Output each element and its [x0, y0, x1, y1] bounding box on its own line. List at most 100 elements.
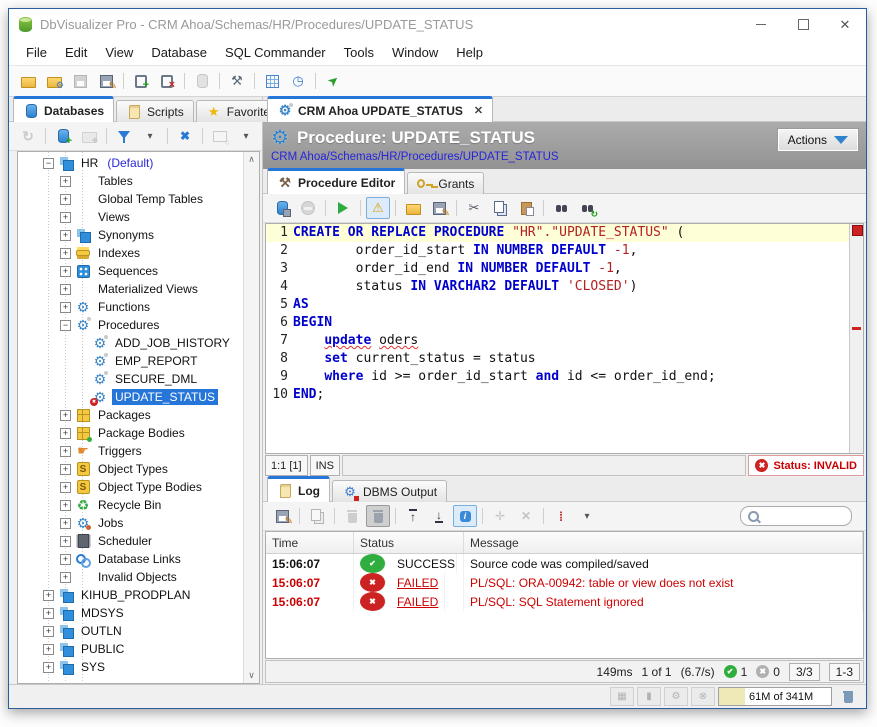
show-errors-icon[interactable]	[366, 197, 390, 219]
expander-icon[interactable]: +	[60, 230, 71, 241]
fit-rows-icon[interactable]	[488, 505, 512, 527]
bookmark-icon[interactable]	[321, 70, 345, 92]
tree-item[interactable]: +Functions	[18, 298, 243, 316]
garbage-collect-button[interactable]	[836, 686, 860, 708]
tree-item[interactable]: SECURE_DML	[18, 370, 243, 388]
column-status[interactable]: Status	[354, 532, 464, 553]
scroll-top-icon[interactable]	[401, 505, 425, 527]
menu-tools[interactable]: Tools	[335, 40, 383, 65]
expander-icon[interactable]: +	[43, 590, 54, 601]
tab-close-icon[interactable]: ✕	[474, 104, 483, 117]
title-bar[interactable]: DbVisualizer Pro - CRM Ahoa/Schemas/HR/P…	[9, 9, 866, 40]
folder-settings-icon[interactable]	[42, 70, 66, 92]
log-table-header[interactable]: Time Status Message	[266, 532, 863, 554]
tree-item[interactable]: +Materialized Views	[18, 280, 243, 298]
grid-status-button[interactable]: ▦	[610, 687, 634, 706]
connections-status-button[interactable]: ▮	[637, 687, 661, 706]
code-line[interactable]: 9 where id >= order_id_start and id <= o…	[266, 368, 849, 386]
menu-database[interactable]: Database	[142, 40, 216, 65]
tree-item[interactable]: +Jobs	[18, 514, 243, 532]
show-details-icon[interactable]	[453, 505, 477, 527]
tasks-status-button[interactable]: ⚙	[664, 687, 688, 706]
expander-icon[interactable]: +	[60, 500, 71, 511]
error-marker-line7[interactable]	[852, 327, 861, 330]
expander-icon[interactable]: +	[60, 302, 71, 313]
code-line[interactable]: 5AS	[266, 296, 849, 314]
cut-icon[interactable]	[462, 197, 486, 219]
expander-icon[interactable]: +	[60, 176, 71, 187]
log-search-box[interactable]	[740, 506, 852, 526]
tree-item[interactable]: +Views	[18, 208, 243, 226]
maximize-button[interactable]	[782, 9, 824, 40]
code-line[interactable]: 2 order_id_start IN NUMBER DEFAULT -1,	[266, 242, 849, 260]
tree-item[interactable]: +Tables	[18, 172, 243, 190]
connect-icon[interactable]	[129, 70, 153, 92]
tab-dbms-output[interactable]: DBMS Output	[332, 480, 447, 502]
code-line[interactable]: 10END;	[266, 386, 849, 404]
tools-icon[interactable]	[225, 70, 249, 92]
errors-status-button[interactable]: ⊗	[691, 687, 715, 706]
tab-log[interactable]: Log	[267, 476, 330, 502]
code-line[interactable]: 4 status IN VARCHAR2 DEFAULT 'CLOSED')	[266, 278, 849, 296]
error-marker-line1[interactable]	[852, 225, 863, 236]
tree-item[interactable]: +Global Temp Tables	[18, 190, 243, 208]
connection-add-icon[interactable]	[51, 125, 75, 147]
tab-databases[interactable]: Databases	[13, 96, 114, 122]
paste-icon[interactable]	[514, 197, 538, 219]
code-line[interactable]: 3 order_id_end IN NUMBER DEFAULT -1,	[266, 260, 849, 278]
caret-icon[interactable]	[234, 125, 258, 147]
expander-icon[interactable]: +	[60, 554, 71, 565]
filter-icon[interactable]	[112, 125, 136, 147]
clear-log-icon[interactable]	[366, 505, 390, 527]
log-search-input[interactable]	[764, 509, 844, 523]
menu-edit[interactable]: Edit	[56, 40, 96, 65]
menu-window[interactable]: Window	[383, 40, 447, 65]
find-replace-icon[interactable]	[575, 197, 599, 219]
column-time[interactable]: Time	[266, 532, 354, 553]
scroll-down-icon[interactable]: ∨	[248, 670, 255, 681]
find-icon[interactable]	[549, 197, 573, 219]
tree-item[interactable]: +Object Type Bodies	[18, 478, 243, 496]
clear-log-icon[interactable]	[340, 505, 364, 527]
expander-icon[interactable]: −	[60, 320, 71, 331]
caret-icon[interactable]	[138, 125, 162, 147]
fit-cols-icon[interactable]	[514, 505, 538, 527]
tree-item[interactable]: +Sequences	[18, 262, 243, 280]
tree-item[interactable]: +Triggers	[18, 442, 243, 460]
code-line[interactable]: 6BEGIN	[266, 314, 849, 332]
refresh-icon[interactable]	[16, 125, 40, 147]
memory-indicator[interactable]: 61M of 341M	[718, 687, 832, 706]
tree-item[interactable]: +Database Links	[18, 550, 243, 568]
save-as-icon[interactable]	[427, 197, 451, 219]
expander-icon[interactable]: +	[60, 428, 71, 439]
tree-item[interactable]: EMP_REPORT	[18, 352, 243, 370]
expander-icon[interactable]: +	[43, 644, 54, 655]
tab-scripts[interactable]: Scripts	[116, 100, 194, 122]
expander-icon[interactable]: +	[60, 464, 71, 475]
tree-item[interactable]: −HR(Default)	[18, 154, 243, 172]
object-search-icon[interactable]	[208, 125, 232, 147]
collapse-all-icon[interactable]	[173, 125, 197, 147]
tab-procedure-editor[interactable]: Procedure Editor	[267, 168, 405, 194]
expander-icon[interactable]: +	[60, 518, 71, 529]
tab-update-status[interactable]: CRM Ahoa UPDATE_STATUS ✕	[267, 96, 493, 122]
tree-item[interactable]: +MDSYS	[18, 604, 243, 622]
tree-item[interactable]: +Scheduler	[18, 532, 243, 550]
code-line[interactable]: 7 update oders	[266, 332, 849, 350]
code-area[interactable]: 1CREATE OR REPLACE PROCEDURE "HR"."UPDAT…	[266, 224, 849, 453]
column-message[interactable]: Message	[464, 532, 863, 553]
expander-icon[interactable]: +	[60, 194, 71, 205]
tree-item[interactable]: +Invalid Objects	[18, 568, 243, 586]
expander-icon[interactable]: +	[60, 536, 71, 547]
folder-add-icon[interactable]	[77, 125, 101, 147]
expander-icon[interactable]: +	[60, 248, 71, 259]
menu-file[interactable]: File	[17, 40, 56, 65]
expander-icon[interactable]: +	[60, 410, 71, 421]
expander-icon[interactable]: −	[43, 158, 54, 169]
tree-item[interactable]: UPDATE_STATUS	[18, 388, 243, 406]
tree-item[interactable]: +Indexes	[18, 244, 243, 262]
actions-button[interactable]: Actions	[778, 129, 858, 151]
tree-item[interactable]: +Packages	[18, 406, 243, 424]
tree-item[interactable]: +SYS	[18, 658, 243, 676]
tree-scrollbar[interactable]: ∧ ∨	[243, 152, 259, 683]
